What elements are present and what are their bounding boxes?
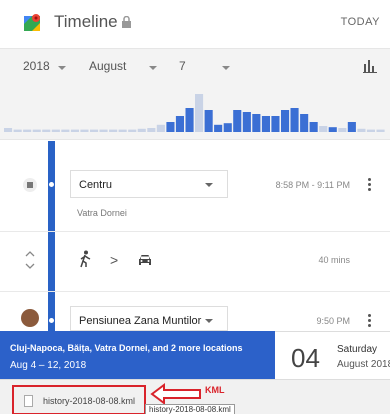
hotel-icon: [21, 309, 39, 327]
histogram-bar: [204, 110, 213, 132]
day-number: 04: [291, 343, 320, 373]
histogram-bar: [366, 129, 375, 132]
page-title: Timeline: [54, 12, 118, 31]
histogram-bar: [261, 116, 270, 132]
annotation-label: KML: [205, 385, 225, 395]
histogram-bar: [252, 114, 261, 132]
chevron-down-icon: [205, 319, 213, 323]
histogram-bar: [338, 128, 347, 132]
header: Timeline TODAY: [0, 0, 390, 48]
more-options-icon[interactable]: [368, 314, 371, 327]
histogram-bar: [223, 123, 232, 132]
histogram-bar: [290, 108, 299, 132]
histogram-bar: [128, 129, 137, 132]
trip-dates: Aug 4 – 12, 2018: [10, 360, 87, 371]
histogram-bar: [156, 124, 165, 132]
histogram-bar: [80, 129, 89, 132]
timeline-dot: [48, 317, 55, 324]
histogram-bar: [51, 129, 60, 132]
histogram-bar: [13, 129, 22, 132]
histogram-bar: [309, 122, 318, 132]
place-subtitle: Vatra Dornei: [77, 208, 127, 218]
expand-icon[interactable]: [24, 249, 36, 271]
histogram-bar: [32, 129, 41, 132]
chevron-down-icon: [205, 183, 213, 187]
histogram-bar: [147, 128, 156, 132]
movement-duration: 40 mins: [318, 255, 350, 265]
histogram-bar: [109, 129, 118, 132]
day-select[interactable]: 7: [179, 59, 186, 73]
google-maps-logo-icon[interactable]: [22, 13, 42, 33]
histogram-bar: [90, 129, 99, 132]
stop-time: 9:50 PM: [316, 316, 350, 326]
histogram-bar: [99, 129, 108, 132]
separator-arrow: >: [110, 252, 119, 268]
place-select-centru[interactable]: Centru: [70, 170, 228, 198]
histogram-bar: [233, 110, 242, 132]
histogram-bar: [175, 116, 184, 132]
histogram-bar: [319, 126, 328, 132]
histogram-bar: [166, 122, 175, 132]
histogram-bar: [300, 114, 309, 132]
histogram-bar: [281, 110, 290, 132]
date-selector-bar: 2018 August 7: [0, 48, 390, 84]
month-year: August 2018: [337, 359, 390, 370]
trip-summary-card[interactable]: Cluj-Napoca, Băița, Vatra Dornei, and 2 …: [0, 331, 275, 379]
divider: [0, 231, 390, 232]
histogram-bar: [185, 108, 194, 132]
histogram-bar: [195, 94, 204, 132]
histogram-bar: [118, 129, 127, 132]
histogram-bar: [137, 128, 146, 132]
histogram-bar: [61, 129, 70, 132]
histogram-bar: [23, 129, 32, 132]
histogram-bar: [376, 129, 385, 132]
trip-places: Cluj-Napoca, Băița, Vatra Dornei, and 2 …: [10, 343, 243, 353]
histogram-bar: [328, 127, 337, 132]
day-name: Saturday: [337, 344, 378, 355]
year-caret-icon[interactable]: [58, 66, 66, 70]
year-select[interactable]: 2018: [23, 59, 50, 73]
month-select[interactable]: August: [89, 59, 126, 73]
walk-icon: [80, 250, 91, 268]
annotation-arrow-icon: [150, 383, 201, 405]
histogram-bar: [4, 128, 13, 132]
histogram-chart: [4, 94, 385, 132]
divider: [0, 291, 390, 292]
histogram-bar: [357, 128, 366, 132]
more-options-icon[interactable]: [368, 178, 371, 191]
stop-time: 8:58 PM - 9:11 PM: [275, 180, 350, 190]
timeline-dot: [48, 181, 55, 188]
download-file-name[interactable]: history-2018-08-08.kml: [43, 396, 135, 406]
timeline-track: [48, 141, 55, 331]
histogram-bar: [70, 129, 79, 132]
place-name: Centru: [79, 179, 113, 191]
timeline-list: Centru Vatra Dornei 8:58 PM - 9:11 PM > …: [0, 141, 390, 331]
stop-icon: [23, 178, 37, 192]
car-icon: [139, 255, 151, 265]
histogram-bar: [214, 124, 223, 132]
place-name: Pensiunea Zana Muntilor: [79, 315, 202, 327]
activity-histogram[interactable]: [0, 84, 390, 140]
histogram-bar: [242, 112, 251, 132]
place-select-pensiunea[interactable]: Pensiunea Zana Muntilor: [70, 306, 228, 331]
histogram-bar: [347, 122, 356, 132]
lock-icon: [122, 16, 131, 28]
file-icon: [24, 395, 33, 407]
histogram-bar: [271, 116, 280, 132]
date-card[interactable]: 04 Saturday August 2018: [275, 331, 390, 379]
tooltip: history-2018-08-08.kml: [145, 404, 235, 414]
bar-chart-icon[interactable]: [362, 58, 378, 74]
day-caret-icon[interactable]: [222, 66, 230, 70]
month-caret-icon[interactable]: [149, 66, 157, 70]
today-button[interactable]: TODAY: [341, 16, 380, 28]
histogram-bar: [42, 129, 51, 132]
